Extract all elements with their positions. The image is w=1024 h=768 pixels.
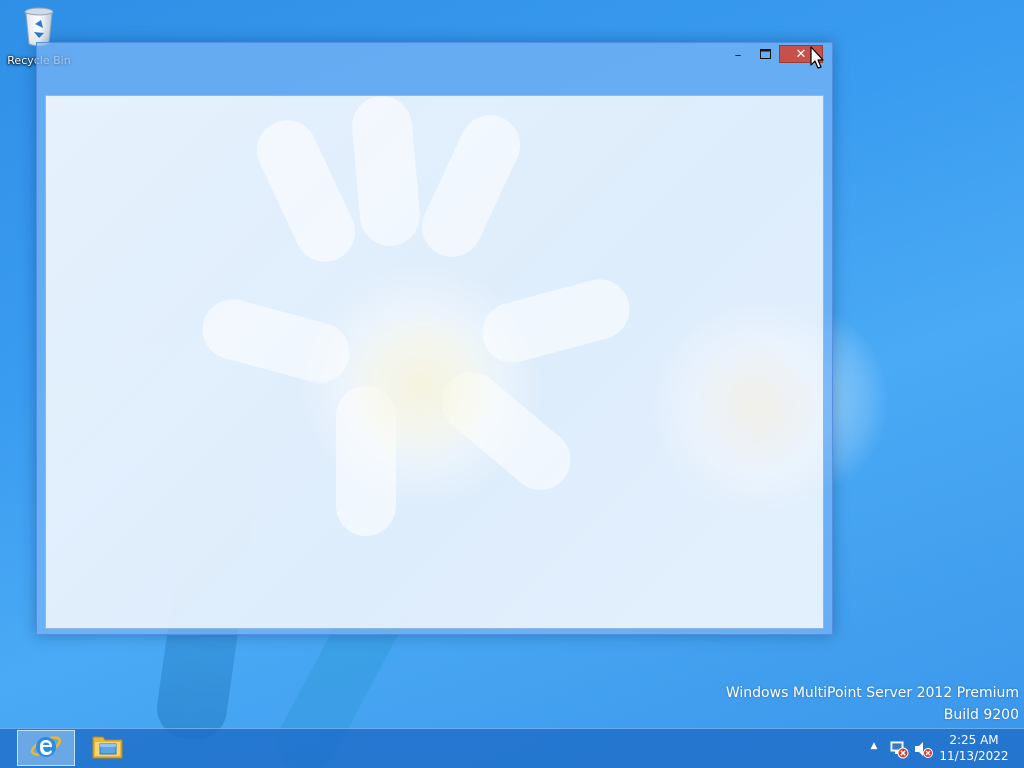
wallpaper-petal <box>412 105 530 267</box>
taskbar-file-explorer-button[interactable] <box>79 730 137 766</box>
taskbar-internet-explorer-button[interactable] <box>17 730 75 766</box>
clock-time: 2:25 AM <box>949 733 999 747</box>
os-watermark: Windows MultiPoint Server 2012 Premium B… <box>726 682 1019 726</box>
internet-explorer-icon <box>30 730 62 766</box>
minimize-button[interactable]: – <box>725 45 751 65</box>
taskbar-clock[interactable]: 2:25 AM 11/13/2022 <box>938 732 1010 764</box>
clock-date: 11/13/2022 <box>939 749 1009 763</box>
wallpaper-petal <box>247 110 365 272</box>
file-explorer-icon <box>91 731 125 765</box>
volume-muted-icon[interactable] <box>913 739 933 759</box>
mouse-cursor-icon <box>810 46 824 70</box>
wallpaper-flower <box>301 266 541 506</box>
show-hidden-icons-button[interactable]: ▲ <box>868 741 880 753</box>
network-disconnected-icon[interactable] <box>889 739 909 759</box>
close-icon: ✕ <box>795 46 807 62</box>
taskbar: ▲ 2:25 AM 11/13/2022 <box>0 728 1024 768</box>
window-client-area[interactable] <box>45 95 824 629</box>
maximize-icon <box>759 48 771 63</box>
wallpaper-petal <box>349 96 423 249</box>
wallpaper-flower <box>646 296 823 516</box>
watermark-edition: Windows MultiPoint Server 2012 Premium <box>725 685 1019 701</box>
desktop[interactable]: Recycle Bin – ✕ <box>0 0 1024 768</box>
blank-window[interactable]: – ✕ <box>36 42 833 635</box>
maximize-button[interactable] <box>751 45 779 65</box>
watermark-build: Build 9200 <box>943 707 1019 723</box>
minimize-icon: – <box>734 47 742 63</box>
